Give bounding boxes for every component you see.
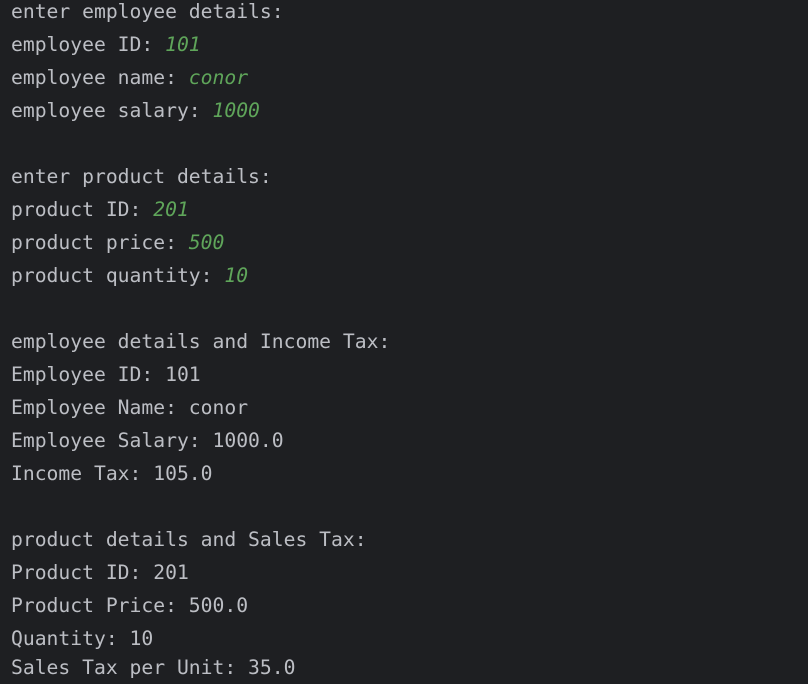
employee-id-prompt: employee ID: xyxy=(11,33,166,56)
product-id-input: 201 xyxy=(153,198,189,221)
employee-salary-input: 1000 xyxy=(212,99,260,122)
employee-name-output: Employee Name: conor xyxy=(11,396,249,419)
product-price-prompt: product price: xyxy=(11,231,189,254)
employee-name-prompt: employee name: xyxy=(11,66,189,89)
product-quantity-prompt-line: product quantity: 10 xyxy=(11,259,248,292)
product-output-header: product details and Sales Tax: xyxy=(11,528,367,551)
employee-salary-output: Employee Salary: 1000.0 xyxy=(11,429,284,452)
product-quantity-input: 10 xyxy=(224,264,249,287)
employee-salary-prompt: employee salary: xyxy=(11,99,213,122)
employee-output-header: employee details and Income Tax: xyxy=(11,330,391,353)
employee-salary-prompt-line: employee salary: 1000 xyxy=(11,94,260,127)
product-price-output: Product Price: 500.0 xyxy=(11,594,249,617)
product-id-prompt: product ID: xyxy=(11,198,154,221)
employee-name-input: conor xyxy=(188,66,249,89)
employee-id-input: 101 xyxy=(165,33,201,56)
product-price-prompt-line: product price: 500 xyxy=(11,226,224,259)
product-id-output: Product ID: 201 xyxy=(11,561,189,584)
sales-tax-output: Sales Tax per Unit: 35.0 xyxy=(11,656,296,679)
employee-input-header: enter employee details: xyxy=(11,0,284,23)
product-input-header: enter product details: xyxy=(11,165,272,188)
product-price-input: 500 xyxy=(188,231,225,254)
employee-id-output: Employee ID: 101 xyxy=(11,363,201,386)
console-output[interactable]: enter employee details: employee ID: 101… xyxy=(0,0,808,684)
employee-id-prompt-line: employee ID: 101 xyxy=(11,28,201,61)
employee-name-prompt-line: employee name: conor xyxy=(11,61,248,94)
product-quantity-prompt: product quantity: xyxy=(11,264,225,287)
income-tax-output: Income Tax: 105.0 xyxy=(11,462,213,485)
product-id-prompt-line: product ID: 201 xyxy=(11,193,189,226)
